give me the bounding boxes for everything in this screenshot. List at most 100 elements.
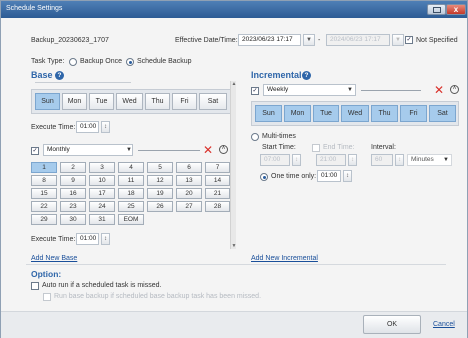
month-day-cell[interactable]: 19	[147, 188, 173, 199]
base-day-tue[interactable]: Tue	[89, 93, 114, 110]
help-icon[interactable]: ?	[55, 71, 64, 80]
one-time-only-spinner[interactable]: ↕	[343, 170, 352, 182]
month-day-cell[interactable]: 31	[89, 214, 115, 225]
month-day-cell[interactable]: 20	[176, 188, 202, 199]
month-day-cell[interactable]: 2	[60, 162, 86, 173]
monthly-checkbox[interactable]: ✓	[31, 147, 39, 155]
month-day-cell[interactable]: 1	[31, 162, 57, 173]
month-day-cell[interactable]: 5	[147, 162, 173, 173]
inc-day-sat[interactable]: Sat	[429, 105, 456, 122]
start-time-spinner[interactable]: ↕	[292, 154, 301, 166]
not-specified-checkbox[interactable]: ✓	[405, 36, 413, 44]
end-time-field[interactable]: 21:00	[316, 154, 346, 166]
month-day-cell[interactable]: 22	[31, 201, 57, 212]
inc-day-tue[interactable]: Tue	[313, 105, 339, 122]
inc-day-fri[interactable]: Fri	[400, 105, 427, 122]
help-icon[interactable]: ?	[302, 71, 311, 80]
base-day-wed[interactable]: Wed	[116, 93, 143, 110]
collapse-icon[interactable]: ˄	[219, 145, 228, 154]
interval-field[interactable]: 60	[371, 154, 393, 166]
end-datetime-field[interactable]: 2024/06/23 17:17	[326, 34, 390, 46]
month-day-cell[interactable]: 6	[176, 162, 202, 173]
inc-day-sun[interactable]: Sun	[255, 105, 282, 122]
month-day-cell[interactable]: 26	[147, 201, 173, 212]
month-day-cell[interactable]: 8	[31, 175, 57, 186]
month-day-cell[interactable]: 16	[60, 188, 86, 199]
schedule-backup-radio[interactable]	[126, 58, 134, 66]
month-day-cell-eom[interactable]: EOM	[118, 214, 144, 225]
month-day-cell[interactable]: 29	[31, 214, 57, 225]
month-day-cell[interactable]: 13	[176, 175, 202, 186]
inc-day-wed[interactable]: Wed	[341, 105, 369, 122]
month-day-cell[interactable]: 12	[147, 175, 173, 186]
end-datetime-dropdown[interactable]: ▼	[392, 34, 404, 46]
backup-once-radio[interactable]	[69, 58, 77, 66]
option-heading: Option:	[31, 269, 62, 279]
month-day-cell[interactable]: 4	[118, 162, 144, 173]
execute-time-spinner-2[interactable]: ↕	[101, 233, 110, 245]
base-day-sat[interactable]: Sat	[199, 93, 227, 110]
base-day-thu[interactable]: Thu	[145, 93, 170, 110]
start-datetime-dropdown[interactable]: ▼	[303, 34, 315, 46]
end-time-checkbox[interactable]	[312, 144, 320, 152]
remove-incremental-icon[interactable]: ✕	[434, 84, 444, 96]
one-time-only-radio[interactable]	[260, 173, 268, 181]
base-scrollbar[interactable]: ▲ ▼	[230, 81, 236, 249]
month-day-cell[interactable]: 21	[205, 188, 230, 199]
execute-time-field-2[interactable]: 01:00	[76, 233, 99, 245]
window-title: Schedule Settings	[6, 5, 63, 12]
collapse-icon[interactable]: ˄	[450, 85, 459, 94]
schedule-backup-label: Schedule Backup	[137, 58, 192, 65]
month-day-cell[interactable]: 25	[118, 201, 144, 212]
month-day-cell[interactable]: 17	[89, 188, 115, 199]
run-base-label: Run base backup if scheduled base backup…	[54, 293, 262, 300]
start-time-label: Start Time:	[262, 144, 296, 151]
start-time-field[interactable]: 07:00	[260, 154, 290, 166]
spinner-icon: ↕	[104, 124, 107, 130]
month-day-cell[interactable]: 24	[89, 201, 115, 212]
end-time-spinner[interactable]: ↕	[348, 154, 357, 166]
cancel-button[interactable]: Cancel	[433, 321, 455, 328]
execute-time-label-2: Execute Time:	[31, 236, 76, 243]
chevron-down-icon: ▼	[443, 157, 449, 163]
month-day-cell[interactable]: 7	[205, 162, 230, 173]
ok-button[interactable]: OK	[363, 315, 421, 334]
scroll-down-icon[interactable]: ▼	[231, 243, 237, 249]
execute-time-field[interactable]: 01:00	[76, 121, 99, 133]
close-button[interactable]: x	[446, 4, 466, 15]
month-day-cell[interactable]: 9	[60, 175, 86, 186]
run-base-checkbox[interactable]	[43, 293, 51, 301]
auto-run-label: Auto run if a scheduled task is missed.	[42, 282, 162, 289]
auto-run-checkbox[interactable]	[31, 282, 39, 290]
month-day-cell[interactable]: 27	[176, 201, 202, 212]
add-new-incremental-link[interactable]: Add New Incremental	[251, 255, 318, 262]
monthly-dropdown[interactable]: Monthly	[43, 144, 133, 156]
month-day-cell[interactable]: 3	[89, 162, 115, 173]
base-day-sun[interactable]: Sun	[35, 93, 60, 110]
interval-spinner[interactable]: ↕	[395, 154, 404, 166]
inc-day-thu[interactable]: Thu	[371, 105, 398, 122]
chevron-down-icon: ▼	[395, 37, 401, 43]
weekly-dropdown[interactable]: Weekly	[263, 84, 356, 96]
execute-time-spinner[interactable]: ↕	[101, 121, 110, 133]
month-day-cell[interactable]: 15	[31, 188, 57, 199]
restore-button[interactable]	[427, 4, 446, 15]
add-new-base-link[interactable]: Add New Base	[31, 255, 77, 262]
start-datetime-field[interactable]: 2023/06/23 17:17	[238, 34, 301, 46]
inc-day-mon[interactable]: Mon	[284, 105, 311, 122]
month-day-cell[interactable]: 23	[60, 201, 86, 212]
remove-base-icon[interactable]: ✕	[203, 144, 213, 156]
scroll-up-icon[interactable]: ▲	[231, 81, 237, 87]
weekly-checkbox[interactable]: ✓	[251, 87, 259, 95]
one-time-only-field[interactable]: 01:00	[317, 170, 341, 182]
base-day-mon[interactable]: Mon	[62, 93, 87, 110]
month-day-cell[interactable]: 11	[118, 175, 144, 186]
month-day-cell[interactable]: 18	[118, 188, 144, 199]
month-day-cell[interactable]: 30	[60, 214, 86, 225]
multi-times-radio[interactable]	[251, 133, 259, 141]
base-day-fri[interactable]: Fri	[172, 93, 197, 110]
month-day-cell[interactable]: 10	[89, 175, 115, 186]
month-day-cell[interactable]: 28	[205, 201, 230, 212]
execute-time-label: Execute Time:	[31, 124, 76, 131]
month-day-cell[interactable]: 14	[205, 175, 230, 186]
